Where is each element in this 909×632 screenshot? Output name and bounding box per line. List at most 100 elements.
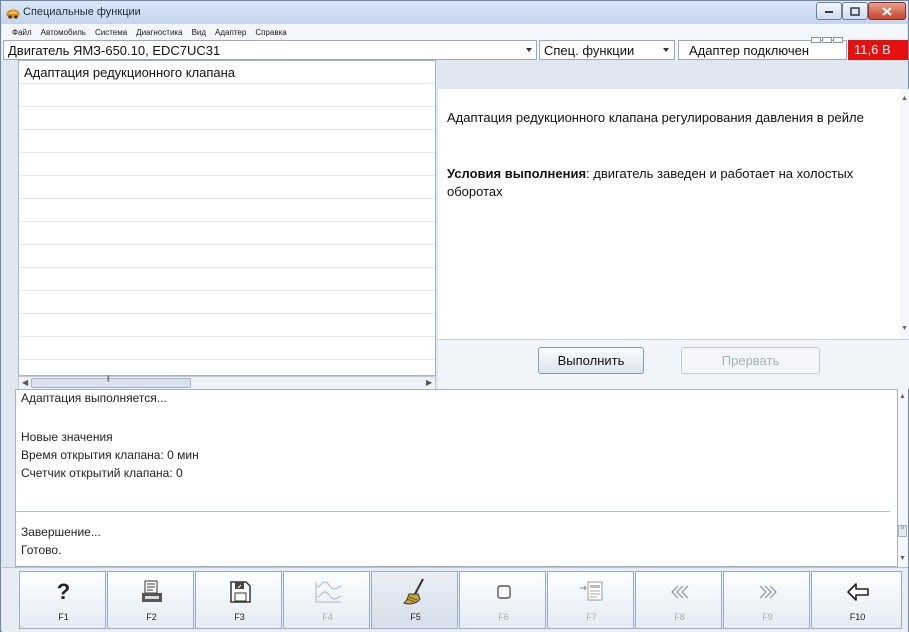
action-bar: Выполнить Прервать bbox=[438, 339, 909, 389]
menu-help[interactable]: Справка bbox=[255, 28, 286, 37]
function-list: Адаптация редукционного клапана bbox=[18, 60, 436, 376]
voltage-indicator: 11,6 В bbox=[848, 40, 908, 60]
car-app-icon bbox=[6, 6, 20, 19]
list-item-empty bbox=[19, 222, 435, 245]
function-key-bar: ? F1 F2 F3 F4 F5 F6 F7 F8 F9 F10 bbox=[2, 567, 908, 632]
list-item-empty bbox=[19, 153, 435, 176]
menu-view[interactable]: Вид bbox=[192, 28, 206, 37]
log-line: Счетчик открытий клапана: 0 bbox=[21, 466, 183, 480]
scroll-right-icon[interactable]: ▶ bbox=[426, 378, 432, 387]
menu-file[interactable]: Файл bbox=[12, 28, 32, 37]
menu-vehicle[interactable]: Автомобиль bbox=[41, 28, 86, 37]
function-mode-select[interactable]: Спец. функции bbox=[539, 40, 675, 60]
f7-import-button[interactable]: F7 bbox=[547, 571, 634, 629]
chevron-down-icon bbox=[526, 48, 532, 52]
list-item-empty bbox=[19, 107, 435, 130]
f4-graph-button[interactable]: F4 bbox=[283, 571, 370, 629]
list-item-empty bbox=[19, 291, 435, 314]
fkey-label: F2 bbox=[146, 612, 157, 622]
fkey-label: F5 bbox=[410, 612, 421, 622]
menu-adapter[interactable]: Адаптер bbox=[215, 28, 246, 37]
f2-print-button[interactable]: F2 bbox=[107, 571, 194, 629]
stop-square-icon bbox=[460, 578, 547, 606]
description-vertical-scrollbar[interactable]: ▲ ▼ bbox=[900, 89, 909, 339]
list-horizontal-scrollbar[interactable]: ◀ ||| ▶ bbox=[18, 376, 436, 390]
graph-icon bbox=[284, 578, 371, 606]
list-item-empty bbox=[19, 245, 435, 268]
log-line: Адаптация выполняется... bbox=[21, 391, 167, 405]
f9-forward-button[interactable]: F9 bbox=[723, 571, 810, 629]
log-line: Время открытия клапана: 0 мин bbox=[21, 448, 199, 462]
log-line: Новые значения bbox=[21, 430, 113, 444]
adapter-indicator-icon bbox=[811, 37, 843, 43]
conditions-label: Условия выполнения bbox=[447, 166, 587, 181]
list-item-empty bbox=[19, 314, 435, 337]
scroll-up-icon[interactable]: ▲ bbox=[899, 393, 906, 400]
help-icon: ? bbox=[56, 579, 71, 604]
run-button[interactable]: Выполнить bbox=[538, 347, 644, 374]
f1-help-button[interactable]: ? F1 bbox=[19, 571, 106, 629]
adapter-status-text: Адаптер подключен bbox=[689, 43, 810, 58]
scrollbar-thumb[interactable] bbox=[31, 378, 191, 388]
forward-icon bbox=[724, 578, 811, 606]
scroll-up-icon[interactable]: ▲ bbox=[901, 95, 908, 102]
maximize-icon bbox=[850, 6, 860, 16]
brush-icon bbox=[372, 578, 459, 606]
fkey-label: F8 bbox=[674, 612, 685, 622]
fkey-label: F6 bbox=[498, 612, 509, 622]
log-vertical-scrollbar[interactable]: ▲ ≡ ▼ bbox=[898, 389, 908, 567]
adapter-status: Адаптер подключен bbox=[678, 37, 847, 60]
f6-stop-button[interactable]: F6 bbox=[459, 571, 546, 629]
maximize-button[interactable] bbox=[842, 2, 868, 20]
fkey-label: F4 bbox=[322, 612, 333, 622]
fkey-label: F9 bbox=[762, 612, 773, 622]
list-item-empty bbox=[19, 337, 435, 360]
f8-rewind-button[interactable]: F8 bbox=[635, 571, 722, 629]
close-button[interactable] bbox=[868, 2, 906, 20]
menu-diagnostics[interactable]: Диагностика bbox=[136, 28, 182, 37]
f5-clear-button[interactable]: F5 bbox=[371, 571, 458, 629]
engine-select[interactable]: Двигатель ЯМЗ-650.10, EDC7UC31 bbox=[3, 40, 537, 60]
scrollbar-thumb[interactable]: ≡ bbox=[898, 525, 907, 537]
f3-save-button[interactable]: F3 bbox=[195, 571, 282, 629]
title-bar: Специальные функции bbox=[1, 1, 908, 24]
log-line: Готово. bbox=[21, 543, 62, 557]
scroll-left-icon[interactable]: ◀ bbox=[22, 378, 28, 387]
grip-icon: ||| bbox=[107, 376, 110, 382]
list-item-empty bbox=[19, 130, 435, 153]
scroll-down-icon[interactable]: ▼ bbox=[899, 555, 906, 562]
toolbar: Двигатель ЯМЗ-650.10, EDC7UC31 Спец. фун… bbox=[2, 37, 908, 60]
description-pane: Адаптация редукционного клапана регулиро… bbox=[438, 89, 900, 339]
print-icon bbox=[108, 578, 195, 606]
minimize-icon bbox=[825, 11, 833, 13]
log-pane: Адаптация выполняется... Новые значения … bbox=[15, 389, 898, 567]
scroll-down-icon[interactable]: ▼ bbox=[901, 325, 908, 332]
function-mode-value: Спец. функции bbox=[544, 43, 635, 58]
list-item-empty bbox=[19, 176, 435, 199]
list-item[interactable]: Адаптация редукционного клапана bbox=[19, 61, 435, 84]
import-icon bbox=[548, 578, 635, 606]
log-separator bbox=[16, 511, 890, 512]
exit-icon bbox=[812, 578, 903, 606]
list-item-label: Адаптация редукционного клапана bbox=[24, 65, 236, 80]
engine-select-value: Двигатель ЯМЗ-650.10, EDC7UC31 bbox=[8, 43, 221, 58]
fkey-label: F1 bbox=[58, 612, 69, 622]
fkey-label: F7 bbox=[586, 612, 597, 622]
f10-exit-button[interactable]: F10 bbox=[811, 571, 902, 629]
list-item-empty bbox=[19, 84, 435, 107]
conditions-text: Условия выполнения: двигатель заведен и … bbox=[447, 165, 887, 201]
save-icon bbox=[196, 578, 283, 606]
close-icon bbox=[882, 6, 892, 16]
menu-system[interactable]: Система bbox=[95, 28, 127, 37]
list-item-empty bbox=[19, 199, 435, 222]
window-title: Специальные функции bbox=[23, 6, 141, 18]
minimize-button[interactable] bbox=[816, 2, 842, 20]
list-item-empty bbox=[19, 268, 435, 291]
app-window: Специальные функции Файл Автомобиль Сист… bbox=[0, 0, 909, 632]
log-line: Завершение... bbox=[21, 525, 101, 539]
rewind-icon bbox=[636, 578, 723, 606]
menu-bar: Файл Автомобиль Система Диагностика Вид … bbox=[2, 24, 907, 40]
stop-button[interactable]: Прервать bbox=[681, 347, 820, 374]
description-text: Адаптация редукционного клапана регулиро… bbox=[447, 110, 864, 125]
chevron-down-icon bbox=[663, 48, 669, 52]
